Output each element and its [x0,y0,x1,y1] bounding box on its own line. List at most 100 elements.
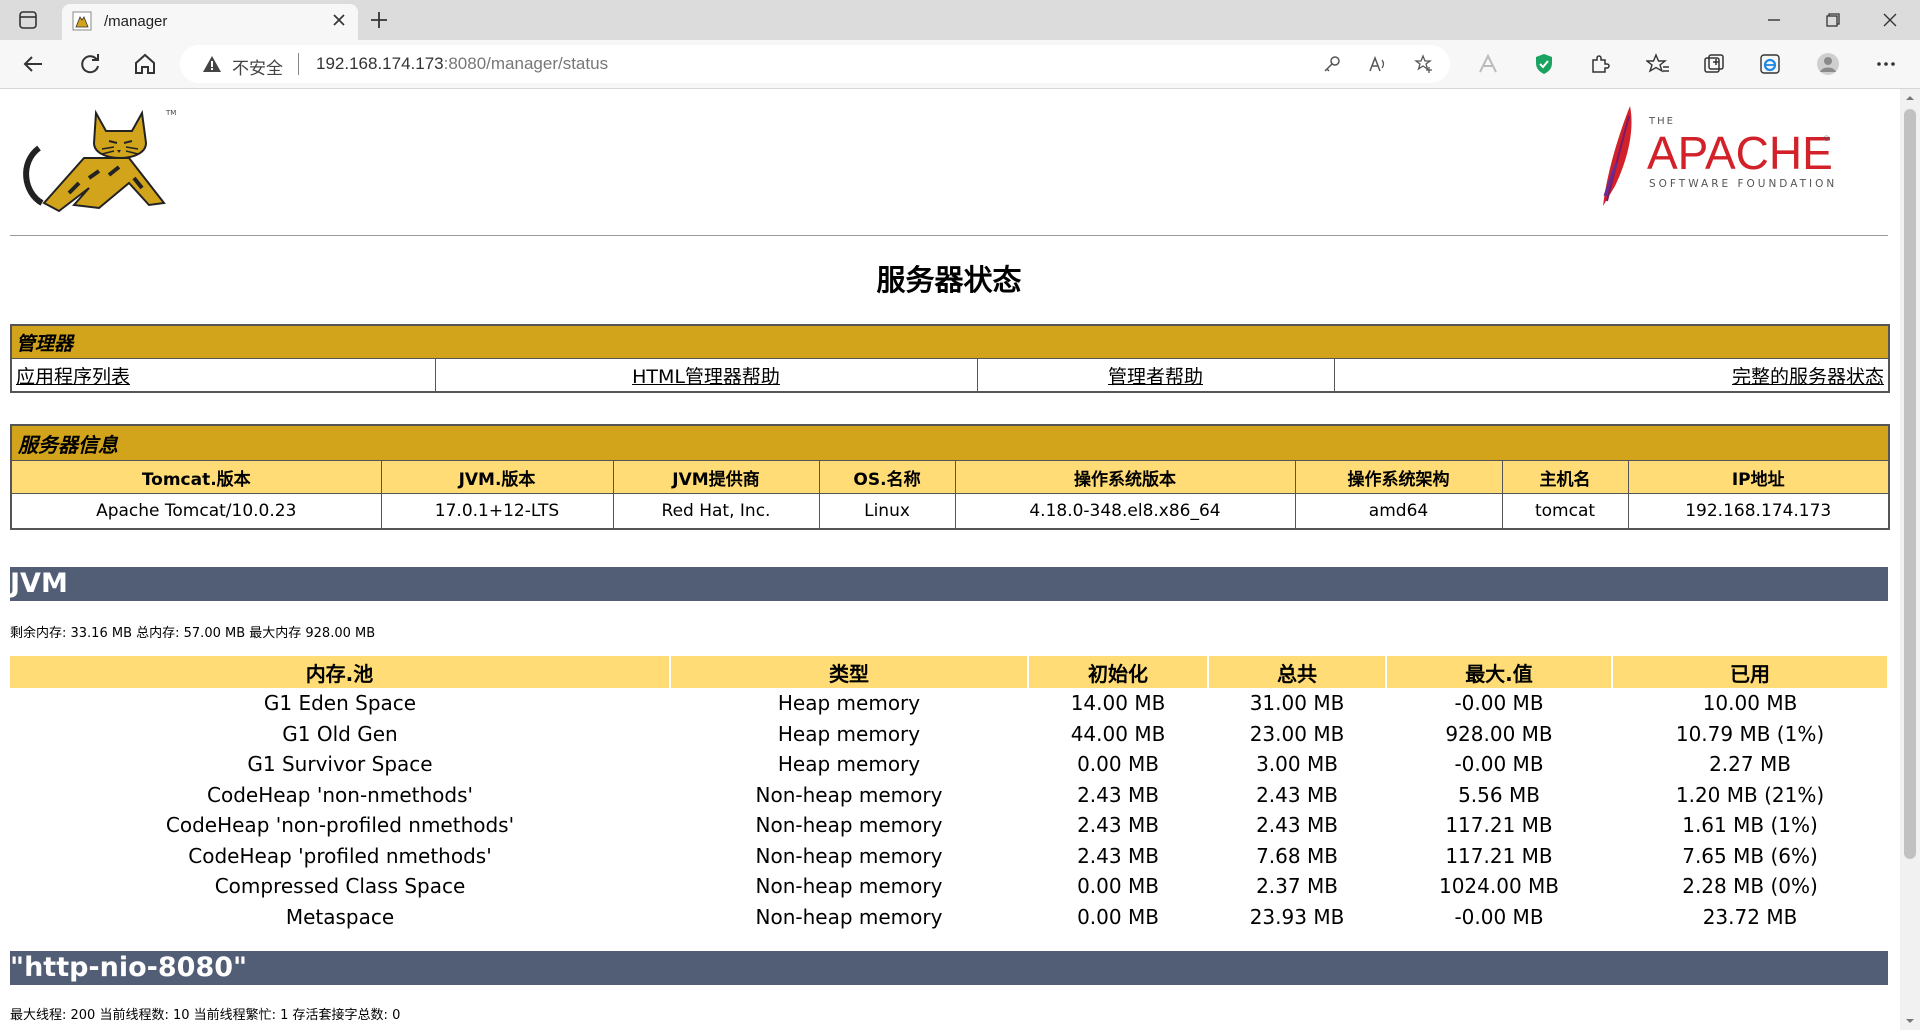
os-arch-value: amd64 [1294,493,1503,530]
extension-a-icon[interactable] [1476,52,1500,76]
pool-total: 23.00 MB [1249,721,1345,746]
tomcat-logo: TM [23,109,176,213]
table-row: G1 Eden Space Heap memory 14.00 MB 31.00… [10,688,1888,719]
address-bar[interactable]: 不安全 192.168.174.173:8080/manager/status [180,45,1450,83]
pool-type: Non-heap memory [755,782,943,807]
jvm-vendor-value: Red Hat, Inc. [612,493,820,530]
pool-name: CodeHeap 'non-profiled nmethods' [165,813,515,838]
memory-summary: 剩余内存: 33.16 MB 总内存: 57.00 MB 最大内存 928.00… [10,626,376,641]
table-row: G1 Old Gen Heap memory 44.00 MB 23.00 MB… [10,719,1888,750]
pool-used: 10.00 MB [1702,691,1798,716]
minimize-icon[interactable] [1762,8,1786,32]
pool-initial: 14.00 MB [1070,691,1166,716]
col-os-arch: 操作系统架构 [1294,460,1503,494]
table-row: CodeHeap 'non-nmethods' Non-heap memory … [10,780,1888,811]
pool-maximum: 5.56 MB [1458,782,1540,807]
pool-initial: 2.43 MB [1077,813,1159,838]
page-viewport: TM THE APACHE ® SOFTWARE FOUNDATION 服务器状… [0,89,1900,1030]
pool-maximum: 117.21 MB [1445,843,1553,868]
ip-address-value: 192.168.174.173 [1627,493,1890,530]
svg-text:®: ® [1823,135,1830,143]
refresh-icon[interactable] [76,50,104,78]
pool-total: 7.68 MB [1256,843,1338,868]
col-hostname: 主机名 [1501,460,1629,494]
pool-name: Compressed Class Space [214,874,466,899]
scroll-down-arrow-icon[interactable] [1905,1016,1915,1026]
col-ip-address: IP地址 [1627,460,1890,494]
pool-type: Heap memory [777,721,921,746]
col-os-version: 操作系统版本 [954,460,1296,494]
pool-total: 2.43 MB [1256,782,1338,807]
link-html-manager-help[interactable]: HTML管理器帮助 [632,366,780,388]
os-name-value: Linux [818,493,956,530]
pool-total: 23.93 MB [1249,904,1345,929]
table-row: G1 Survivor Space Heap memory 0.00 MB 3.… [10,749,1888,780]
address-url[interactable]: 192.168.174.173:8080/manager/status [316,54,608,74]
edge-icon[interactable] [1758,52,1782,76]
scroll-up-arrow-icon[interactable] [1905,93,1915,103]
header-divider [10,235,1888,236]
pool-initial: 2.43 MB [1077,843,1159,868]
manager-header: 管理器 [10,324,1890,359]
manager-link-cell: 应用程序列表 [10,358,436,393]
pool-maximum: -0.00 MB [1454,691,1544,716]
manager-link-cell: HTML管理器帮助 [434,358,978,393]
pool-maximum: -0.00 MB [1454,904,1544,929]
plus-icon[interactable] [368,9,390,31]
svg-text:APACHE: APACHE [1647,127,1833,179]
svg-text:TM: TM [165,109,176,117]
pool-used: 1.61 MB (1%) [1682,813,1818,838]
scroll-thumb[interactable] [1904,109,1916,859]
collections-icon[interactable] [1702,52,1726,76]
page-scrollbar[interactable] [1900,89,1920,1030]
key-icon[interactable] [1322,54,1342,74]
pool-name: Metaspace [285,904,395,929]
manager-link-cell: 完整的服务器状态 [1333,358,1890,393]
home-icon[interactable] [131,50,159,78]
more-icon[interactable] [1874,52,1898,76]
address-host: 192.168.174.173 [316,54,444,73]
warning-icon[interactable] [202,55,222,73]
col-os-name: OS.名称 [818,460,956,494]
profile-icon[interactable] [1816,52,1840,76]
memory-pool-header-row: 内存.池 类型 初始化 总共 最大.值 已用 [10,656,1889,688]
read-aloud-icon[interactable] [1368,54,1388,74]
tomcat-version-value: Apache Tomcat/10.0.23 [10,493,382,530]
link-manager-help[interactable]: 管理者帮助 [1108,366,1203,388]
col-initial: 初始化 [1028,656,1209,688]
pool-name: CodeHeap 'non-nmethods' [207,782,473,807]
hostname-value: tomcat [1501,493,1629,530]
pool-used: 2.27 MB [1709,752,1791,777]
pool-total: 2.37 MB [1256,874,1338,899]
col-used: 已用 [1612,656,1889,688]
favorite-add-icon[interactable] [1414,54,1434,74]
close-icon[interactable] [330,11,348,29]
table-row: CodeHeap 'profiled nmethods' Non-heap me… [10,841,1888,872]
pool-used: 23.72 MB [1702,904,1798,929]
pool-name: G1 Eden Space [263,691,417,716]
pool-initial: 0.00 MB [1077,874,1159,899]
jvm-version-value: 17.0.1+12-LTS [380,493,614,530]
pool-name: G1 Old Gen [282,721,398,746]
pool-used: 10.79 MB (1%) [1675,721,1825,746]
maximize-icon[interactable] [1820,8,1844,32]
col-maximum: 最大.值 [1386,656,1613,688]
col-memory-pool: 内存.池 [10,656,671,688]
pool-used: 2.28 MB (0%) [1682,874,1818,899]
back-icon[interactable] [20,50,48,78]
window-close-icon[interactable] [1878,8,1902,32]
link-app-list[interactable]: 应用程序列表 [16,366,130,388]
jvm-heading: JVM [10,567,1888,601]
os-version-value: 4.18.0-348.el8.x86_64 [954,493,1296,530]
pool-type: Non-heap memory [755,813,943,838]
browser-tab-manager[interactable]: /manager [62,4,358,40]
favorites-icon[interactable] [1646,52,1670,76]
pool-initial: 2.43 MB [1077,782,1159,807]
manager-section: 管理器 应用程序列表 HTML管理器帮助 管理者帮助 完整的服务器状态 [10,324,1891,393]
puzzle-icon[interactable] [1588,52,1612,76]
tab-toggle-icon[interactable] [18,10,38,30]
link-complete-server-status[interactable]: 完整的服务器状态 [1732,366,1884,388]
insecure-label[interactable]: 不安全 [232,54,283,79]
shield-icon[interactable] [1532,52,1556,76]
pool-initial: 0.00 MB [1077,904,1159,929]
